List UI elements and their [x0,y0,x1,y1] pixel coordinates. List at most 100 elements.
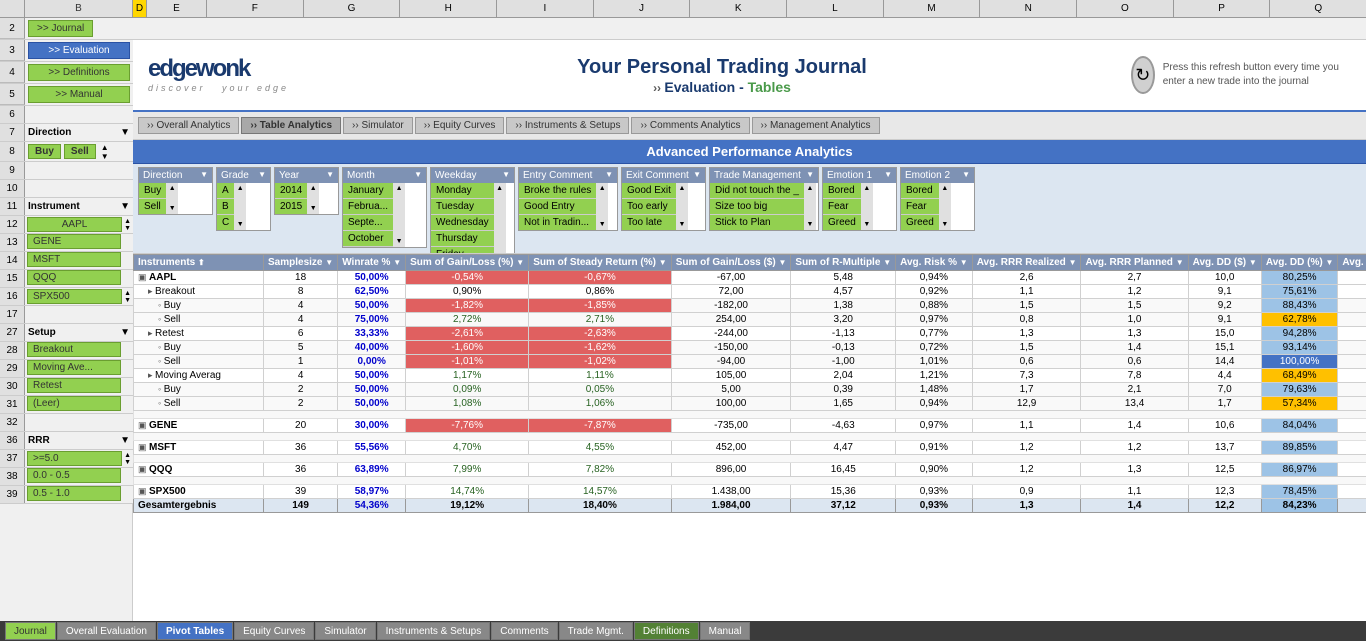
bottom-tab-comments[interactable]: Comments [491,622,557,640]
rrr-item-3[interactable]: 0.5 - 1.0 [27,486,121,501]
filter-trade-did-not[interactable]: Did not touch the _ [710,183,804,199]
nav-equity-curves[interactable]: ›› Equity Curves [415,117,505,134]
filter-grade-a[interactable]: A [217,183,234,199]
scroll-up-dir[interactable]: ▲ [101,143,109,152]
filter-month-oct[interactable]: October [343,231,393,247]
cell-dd-pct: 68,49% [1261,369,1338,383]
filter-grade-b[interactable]: B [217,199,234,215]
filter-em1-greed[interactable]: Greed [823,215,861,230]
filter-weekday-wed[interactable]: Wednesday [431,215,494,231]
filter-entry-good[interactable]: Good Entry [519,199,596,215]
nav-instruments-setups[interactable]: ›› Instruments & Setups [506,117,629,134]
cell-dd-dollar: 1,7 [1188,397,1261,411]
th-steady-return[interactable]: Sum of Steady Return (%) ▼ [529,255,672,271]
nav-journal[interactable]: >> Journal [28,20,93,37]
filter-trade-stick[interactable]: Stick to Plan [710,215,804,230]
nav-table-analytics[interactable]: ›› Table Analytics [241,117,341,134]
cell-rrr-plan: 0,6 [1081,355,1188,369]
cell-winrate: 50,00% [338,271,406,285]
filter-em1-bored[interactable]: Bored [823,183,861,199]
bottom-tab-definitions[interactable]: Definitions [634,622,699,640]
bottom-tab-pivot[interactable]: Pivot Tables [157,622,233,640]
filter-em1-fear[interactable]: Fear [823,199,861,215]
instrument-msft[interactable]: MSFT [27,252,121,267]
bottom-tab-overall-eval[interactable]: Overall Evaluation [57,622,156,640]
filter-exit-early[interactable]: Too early [622,199,676,215]
th-rrr-real[interactable]: Avg. RRR Realized ▼ [972,255,1081,271]
cell-updraw-dollar: 11,5 [1338,285,1366,299]
rrr-item-2[interactable]: 0.0 - 0.5 [27,468,121,483]
th-updraw-dollar[interactable]: Avg. Updraw ($ ▼ [1338,255,1366,271]
setup-retest[interactable]: Retest [27,378,121,393]
setup-leer[interactable]: (Leer) [27,396,121,411]
filter-month-jan[interactable]: January [343,183,393,199]
instrument-gene[interactable]: GENE [27,234,121,249]
col-p: P [1174,0,1271,17]
th-rrr-plan[interactable]: Avg. RRR Planned ▼ [1081,255,1188,271]
th-samplesize[interactable]: Samplesize ▼ [264,255,338,271]
cell-sample: 36 [264,463,338,477]
rrr-item-1[interactable]: >=5.0 [27,451,122,466]
filter-exit-good[interactable]: Good Exit [622,183,676,199]
scroll-down-dir[interactable]: ▼ [101,152,109,161]
refresh-button[interactable]: ↻ [1131,56,1155,94]
nav-definitions[interactable]: >> Definitions [28,64,130,81]
filter-weekday-fri[interactable]: Friday [431,247,494,254]
cell-gain-loss-dollar: 72,00 [671,285,791,299]
nav-overall-analytics[interactable]: ›› Overall Analytics [138,117,239,134]
th-gain-loss-pct[interactable]: Sum of Gain/Loss (%) ▼ [406,255,529,271]
filter-year-2014[interactable]: 2014 [275,183,307,199]
data-table-container[interactable]: Instruments ⬆ Samplesize ▼ Winrate % ▼ S… [133,254,1366,621]
instrument-aapl[interactable]: AAPL [27,217,122,232]
nav-comments-analytics[interactable]: ›› Comments Analytics [631,117,749,134]
cell-avg-risk: 1,48% [896,383,973,397]
cell-gain-loss-pct: 0,09% [406,383,529,397]
filter-month-sep[interactable]: Septe... [343,215,393,231]
th-gain-loss-dollar[interactable]: Sum of Gain/Loss ($) ▼ [671,255,791,271]
bottom-tab-simulator[interactable]: Simulator [315,622,375,640]
filter-em2-fear[interactable]: Fear [901,199,939,215]
filter-weekday-tue[interactable]: Tuesday [431,199,494,215]
filter-month-feb[interactable]: Februa... [343,199,393,215]
cell-rrr-plan: 7,8 [1081,369,1188,383]
nav-manual[interactable]: >> Manual [28,86,130,103]
th-avg-dd-dollar[interactable]: Avg. DD ($) ▼ [1188,255,1261,271]
cell-rrr-plan: 1,5 [1081,299,1188,313]
filter-dir-buy[interactable]: Buy [139,183,166,199]
th-avg-dd-pct[interactable]: Avg. DD (%) ▼ [1261,255,1338,271]
nav-evaluation[interactable]: >> Evaluation [28,42,130,59]
th-r-multiple[interactable]: Sum of R-Multiple ▼ [791,255,896,271]
bottom-tab-journal[interactable]: Journal [5,622,56,640]
cell-gain-loss-pct: 4,70% [406,441,529,455]
sell-button[interactable]: Sell [64,144,96,159]
filter-weekday-mon[interactable]: Monday [431,183,494,199]
setup-breakout[interactable]: Breakout [27,342,121,357]
filter-grade-c[interactable]: C [217,215,234,230]
filter-trade-size[interactable]: Size too big [710,199,804,215]
filter-direction-arrow[interactable]: ▼ [200,170,208,181]
filter-entry-broke[interactable]: Broke the rules [519,183,596,199]
nav-management-analytics[interactable]: ›› Management Analytics [752,117,880,134]
filter-dir-sell[interactable]: Sell [139,199,166,214]
instrument-qqq[interactable]: QQQ [27,270,121,285]
th-instruments[interactable]: Instruments ⬆ [134,255,264,271]
instrument-spx500[interactable]: SPX500 [27,289,122,304]
sort-instruments[interactable]: ⬆ [198,258,205,267]
bottom-tab-instruments[interactable]: Instruments & Setups [377,622,491,640]
filter-year-2015[interactable]: 2015 [275,199,307,214]
bottom-tab-trade-mgmt[interactable]: Trade Mgmt. [559,622,633,640]
filter-em2-greed[interactable]: Greed [901,215,939,230]
filter-exit-late[interactable]: Too late [622,215,676,230]
nav-simulator[interactable]: ›› Simulator [343,117,413,134]
bottom-tab-equity[interactable]: Equity Curves [234,622,314,640]
th-avg-risk[interactable]: Avg. Risk % ▼ [896,255,973,271]
filter-entry-not[interactable]: Not in Tradin... [519,215,596,230]
bottom-tab-manual[interactable]: Manual [700,622,751,640]
setup-moving-ave[interactable]: Moving Ave... [27,360,121,375]
cell-dd-pct: 84,04% [1261,419,1338,433]
buy-button[interactable]: Buy [28,144,61,159]
cell-name: ▣ GENE [134,419,264,433]
th-winrate[interactable]: Winrate % ▼ [338,255,406,271]
filter-weekday-thu[interactable]: Thursday [431,231,494,247]
filter-em2-bored[interactable]: Bored [901,183,939,199]
